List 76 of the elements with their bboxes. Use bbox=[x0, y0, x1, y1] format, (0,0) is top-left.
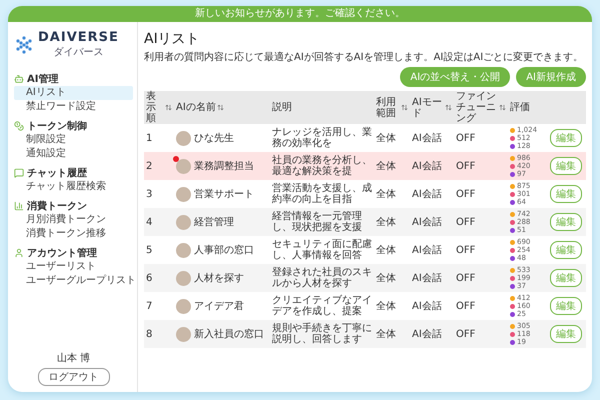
table-cell: AI会話 bbox=[410, 264, 454, 292]
page-description: 利用者の質問内容に応じて最適なAIが回答するAIを管理します。AI設定はAIごとに変更できます。 bbox=[144, 52, 584, 64]
nav-item[interactable]: 制限設定 bbox=[14, 133, 133, 147]
column-header[interactable]: 評価 bbox=[508, 91, 548, 124]
avatar bbox=[176, 130, 191, 146]
nav-section-title: 消費トークン bbox=[27, 200, 87, 213]
sort-icon bbox=[499, 104, 506, 111]
table-cell: OFF bbox=[454, 208, 508, 236]
sort-icon bbox=[445, 104, 452, 111]
table-cell: 8 bbox=[144, 320, 174, 348]
table-cell: 全体 bbox=[374, 208, 410, 236]
nav-item[interactable]: AIリスト bbox=[14, 86, 133, 100]
table-cell: OFF bbox=[454, 320, 508, 348]
logo-name: DAIVERSE bbox=[38, 30, 119, 45]
table-cell: 規則や手続きを丁寧に説明し、回答します bbox=[270, 320, 374, 348]
table-cell: AI会話 bbox=[410, 152, 454, 180]
avatar bbox=[176, 270, 191, 286]
table-cell: OFF bbox=[454, 152, 508, 180]
avatar bbox=[176, 186, 191, 202]
ai-name: 新入社員の窓口 bbox=[194, 328, 264, 340]
table-cell: AI会話 bbox=[410, 320, 454, 348]
column-header[interactable]: AIの名前 bbox=[174, 91, 270, 124]
ai-name: ひな先生 bbox=[194, 132, 234, 144]
table-cell: 4 bbox=[144, 208, 174, 236]
avatar bbox=[176, 326, 191, 342]
avatar bbox=[176, 158, 191, 174]
page-title: AIリスト bbox=[144, 30, 201, 48]
column-header[interactable]: ファインチューニング bbox=[454, 91, 508, 124]
avatar bbox=[176, 242, 191, 258]
notification-dot bbox=[173, 156, 179, 162]
table-cell: 社員の業務を分析し、最適な解決策を提 bbox=[270, 152, 374, 180]
ai-name: 経営管理 bbox=[194, 216, 234, 228]
ai-name: 業務調整担当 bbox=[194, 160, 254, 172]
notice-banner: 新しいお知らせがあります。ご確認ください。 bbox=[8, 6, 592, 22]
avatar bbox=[176, 298, 191, 314]
table-cell: 登録された社員のスキルから人材を探す bbox=[270, 264, 374, 292]
nav-section-title: チャット履歴 bbox=[27, 166, 87, 180]
sort-icon bbox=[165, 104, 172, 111]
nav-item[interactable]: チャット履歴検索 bbox=[14, 180, 133, 194]
avatar bbox=[176, 214, 191, 230]
sort-icon bbox=[216, 104, 224, 111]
sort-icon bbox=[401, 104, 408, 111]
table-cell: 全体 bbox=[374, 264, 410, 292]
ai-name: 人事部の窓口 bbox=[194, 244, 254, 256]
column-header[interactable]: AIモード bbox=[410, 91, 454, 124]
user-name: 山本 博 bbox=[56, 352, 92, 365]
user-icon bbox=[14, 248, 24, 258]
table-cell: OFF bbox=[454, 264, 508, 292]
table-cell: 6 bbox=[144, 264, 174, 292]
nav-item[interactable]: 禁止ワード設定 bbox=[14, 100, 133, 114]
ai-name: 人材を探す bbox=[194, 272, 244, 284]
robot-icon bbox=[14, 74, 24, 84]
table-cell: 全体 bbox=[374, 152, 410, 180]
nav-item[interactable]: ユーザーリスト bbox=[14, 260, 133, 274]
logo-icon bbox=[14, 34, 34, 54]
column-header[interactable]: 表示順 bbox=[144, 91, 174, 124]
nav-item[interactable]: ユーザーグループリスト bbox=[14, 274, 133, 288]
logout-button[interactable]: ログアウト bbox=[38, 368, 110, 386]
table-cell: AI会話 bbox=[410, 208, 454, 236]
table-cell: 全体 bbox=[374, 320, 410, 348]
ai-name: 営業サポート bbox=[194, 188, 254, 200]
column-header[interactable]: 説明 bbox=[270, 91, 374, 124]
bar-chart-icon bbox=[14, 201, 24, 211]
chat-icon bbox=[14, 168, 24, 178]
ai-name: アイデア君 bbox=[194, 300, 244, 312]
nav-item[interactable]: 月別消費トークン bbox=[14, 213, 133, 227]
nav-section-title: AI管理 bbox=[27, 72, 58, 86]
nav-item[interactable]: 消費トークン推移 bbox=[14, 227, 133, 241]
nav-section-title: トークン制御 bbox=[27, 120, 87, 133]
table-cell: 2 bbox=[144, 152, 174, 180]
column-header[interactable]: 利用範囲 bbox=[374, 91, 410, 124]
nav-item[interactable]: 通知設定 bbox=[14, 147, 133, 161]
table-cell: 経営情報を一元管理し、現状把握を支援 bbox=[270, 208, 374, 236]
coins-icon bbox=[14, 121, 24, 131]
logo-subtitle: ダイバース bbox=[53, 46, 104, 59]
nav-section-title: アカウント管理 bbox=[27, 246, 97, 260]
